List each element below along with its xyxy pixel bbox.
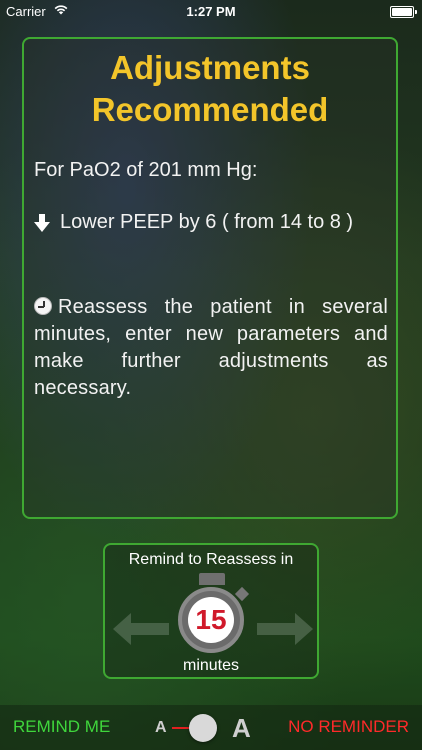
arrow-left-icon[interactable] <box>113 611 169 647</box>
peep-recommendation: Lower PEEP by 6 ( from 14 to 8 ) <box>34 211 388 234</box>
title-line-2: Recommended <box>91 91 329 128</box>
status-bar: Carrier 1:27 PM <box>0 0 422 22</box>
stopwatch-icon[interactable]: 15 <box>178 587 244 653</box>
reminder-timer-box[interactable]: Remind to Reassess in 15 minutes <box>103 543 319 679</box>
pao2-text: For PaO2 of 201 mm Hg: <box>34 159 258 181</box>
title-line-1: Adjustments <box>110 49 310 86</box>
panel-title: Adjustments Recommended <box>24 47 396 131</box>
peep-text: Lower PEEP by 6 ( from 14 to 8 ) <box>60 211 354 233</box>
reminder-title: Remind to Reassess in <box>128 551 294 568</box>
remind-me-button[interactable]: REMIND ME <box>13 717 110 737</box>
clock-time: 1:27 PM <box>186 4 236 19</box>
adjustments-panel: Adjustments Recommended For PaO2 of 201 … <box>22 37 398 519</box>
stopwatch-knob <box>199 573 225 585</box>
timer-unit: minutes <box>182 657 240 674</box>
arrow-down-icon <box>34 213 50 232</box>
battery-icon <box>390 6 417 18</box>
font-size-slider-thumb[interactable] <box>189 714 217 742</box>
font-size-large-label: A <box>232 713 251 743</box>
timer-value: 15 <box>188 597 234 643</box>
arrow-right-icon[interactable] <box>257 611 313 647</box>
bottom-toolbar: REMIND ME A A NO REMINDER <box>0 705 422 750</box>
no-reminder-button[interactable]: NO REMINDER <box>288 717 409 737</box>
font-size-small-label: A <box>155 719 167 736</box>
clock-icon <box>34 297 52 315</box>
reassess-text: Reassess the patient in several minutes,… <box>34 296 388 399</box>
reassess-instruction: Reassess the patient in several minutes,… <box>34 294 388 402</box>
